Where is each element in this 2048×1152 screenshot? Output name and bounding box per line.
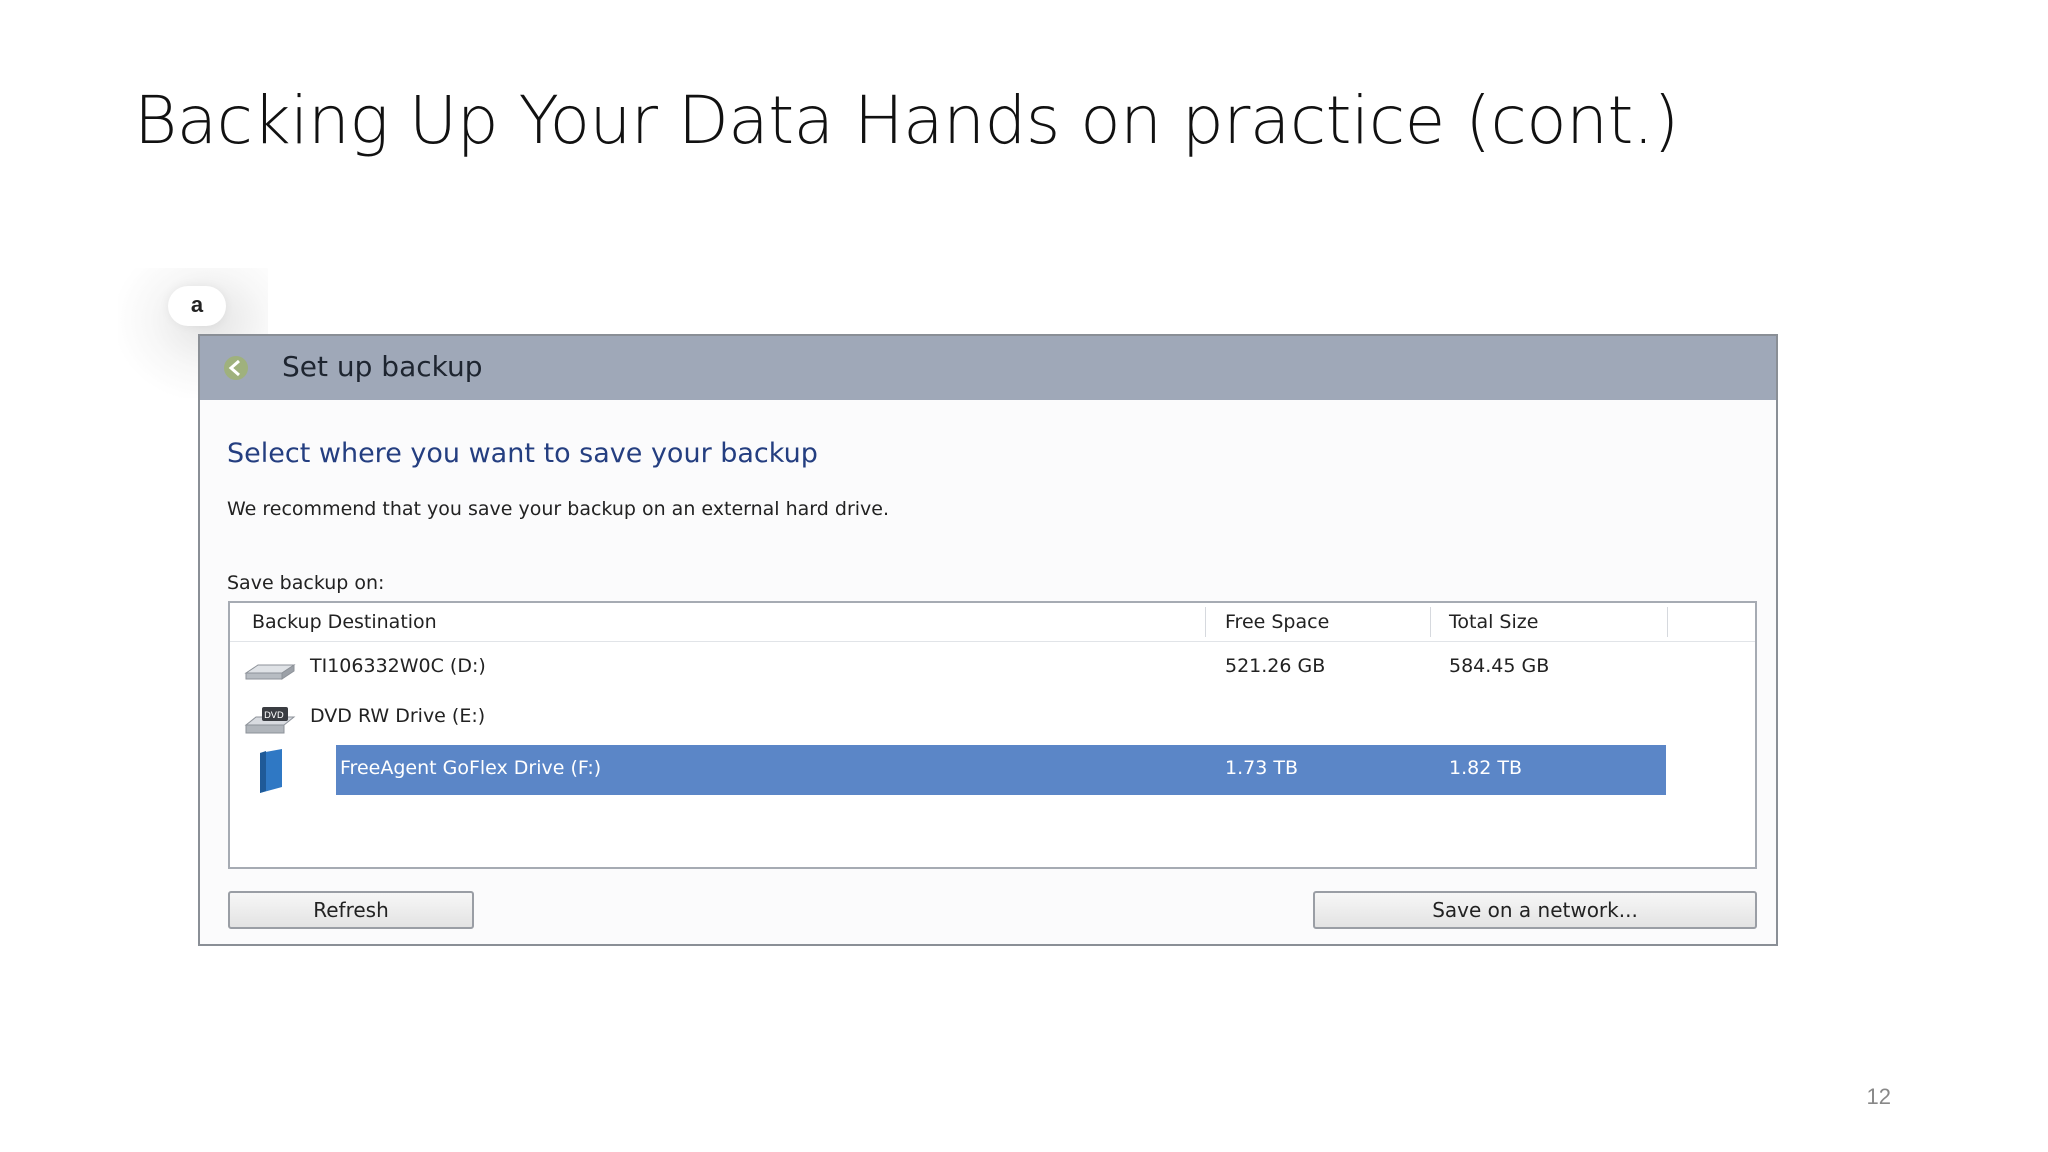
slide-title: Backing Up Your Data Hands on practice (… — [134, 82, 1679, 159]
list-item[interactable]: TI106332W0C (D:) 521.26 GB 584.45 GB — [230, 643, 1755, 693]
dialog-title: Set up backup — [282, 350, 483, 383]
drive-name: FreeAgent GoFlex Drive (F:) — [340, 757, 602, 779]
dialog-title-bar: Set up backup — [200, 336, 1776, 400]
refresh-button[interactable]: Refresh — [228, 891, 474, 929]
save-on-network-button[interactable]: Save on a network... — [1313, 891, 1757, 929]
column-divider — [1205, 607, 1206, 637]
step-badge: a — [168, 286, 226, 326]
page-number: 12 — [1866, 1084, 1891, 1109]
column-divider — [1430, 607, 1431, 637]
free-space-value: 1.73 TB — [1225, 757, 1298, 779]
free-space-value: 521.26 GB — [1225, 655, 1326, 677]
drive-name: DVD RW Drive (E:) — [310, 705, 486, 727]
dialog-heading: Select where you want to save your backu… — [227, 438, 818, 469]
total-size-value: 584.45 GB — [1449, 655, 1550, 677]
list-item-selected[interactable]: FreeAgent GoFlex Drive (F:) 1.73 TB 1.82… — [230, 745, 1755, 795]
dvd-drive-icon: DVD — [244, 707, 296, 734]
recommendation-text: We recommend that you save your backup o… — [227, 498, 890, 520]
drive-name: TI106332W0C (D:) — [310, 655, 486, 677]
hard-drive-icon — [244, 664, 296, 680]
column-header-destination[interactable]: Backup Destination — [252, 611, 437, 633]
back-arrow-icon[interactable] — [222, 354, 250, 382]
setup-backup-dialog: Set up backup Select where you want to s… — [198, 334, 1778, 946]
list-header: Backup Destination Free Space Total Size — [230, 603, 1755, 642]
save-on-label: Save backup on: — [227, 572, 385, 594]
external-drive-icon — [260, 749, 282, 793]
destination-list[interactable]: Backup Destination Free Space Total Size… — [228, 601, 1757, 869]
list-item[interactable]: DVD DVD RW Drive (E:) — [230, 693, 1755, 743]
column-header-total-size[interactable]: Total Size — [1449, 611, 1538, 633]
column-header-free-space[interactable]: Free Space — [1225, 611, 1329, 633]
svg-text:DVD: DVD — [264, 711, 284, 721]
total-size-value: 1.82 TB — [1449, 757, 1522, 779]
column-divider — [1667, 607, 1668, 637]
